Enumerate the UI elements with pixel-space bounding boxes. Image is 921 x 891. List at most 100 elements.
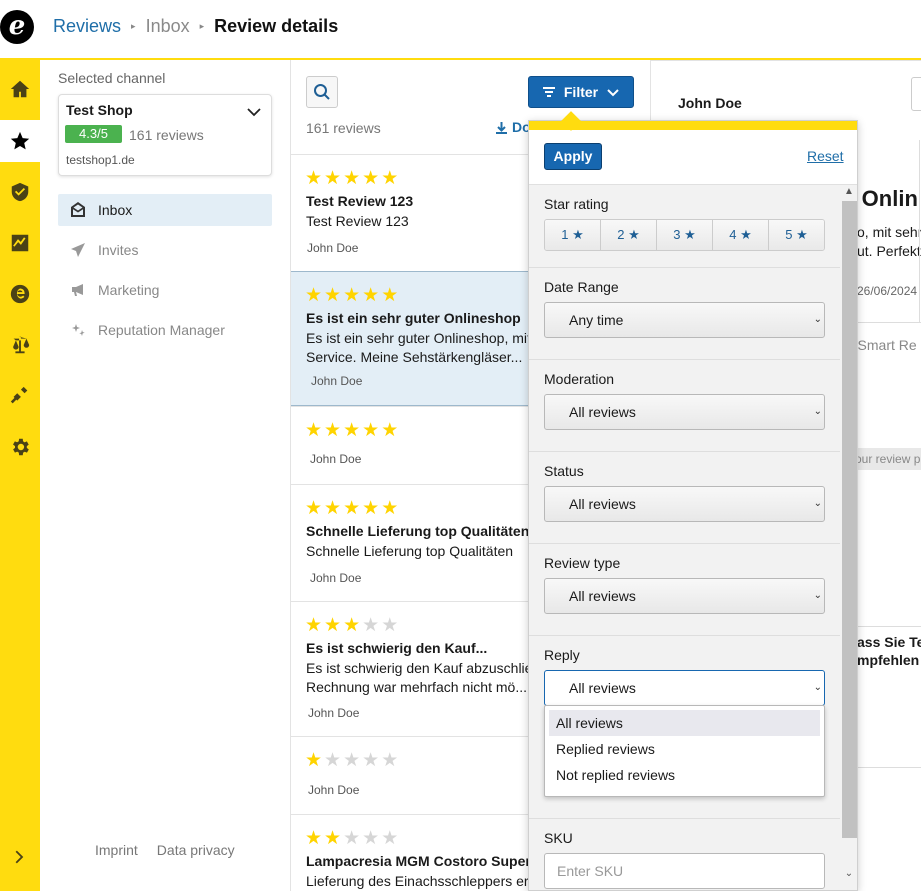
reply-dropdown-options: All reviews Replied reviews Not replied …: [544, 705, 825, 797]
trusted-shops-logo[interactable]: e: [0, 10, 34, 44]
search-icon: [314, 84, 330, 100]
review-count: 161 reviews: [306, 120, 381, 136]
rail-settings[interactable]: [0, 426, 40, 468]
filter-button[interactable]: Filter: [528, 76, 634, 108]
status-value: All reviews: [569, 496, 636, 512]
download-button[interactable]: Do: [495, 119, 531, 135]
status-label: Status: [544, 463, 584, 479]
sku-section: SKU Enter SKU: [529, 819, 840, 890]
rail-analytics[interactable]: [0, 222, 40, 264]
page-title: Review details: [214, 16, 339, 36]
moderation-select[interactable]: All reviews ⌄: [544, 394, 825, 430]
sparkles-icon: [72, 324, 85, 336]
download-icon: [496, 121, 507, 134]
star-filled-icon: ★: [343, 285, 361, 306]
star-filter-3[interactable]: 3 ★: [657, 220, 713, 250]
star-filled-icon: ★: [381, 420, 399, 441]
date-range-select[interactable]: Any time ⌄: [544, 302, 825, 338]
review-body-line: Es ist schwierig den Kauf abzuschlie: [306, 660, 533, 676]
filter-panel-header: Apply Reset: [529, 130, 857, 185]
filter-icon: [542, 87, 555, 97]
detail-action-button[interactable]: [911, 77, 921, 111]
reply-option-all[interactable]: All reviews: [549, 710, 820, 736]
status-select[interactable]: All reviews ⌄: [544, 486, 825, 522]
sidebar-item-reputation-manager[interactable]: Reputation Manager: [58, 314, 272, 346]
review-author: John Doe: [311, 374, 363, 388]
chevron-right-icon: [15, 850, 24, 864]
data-privacy-link[interactable]: Data privacy: [157, 842, 235, 858]
star-filled-icon: ★: [305, 828, 323, 849]
review-title: Lampacresia MGM Costoro Super-M: [306, 853, 548, 869]
review-author: John Doe: [310, 571, 362, 585]
sidebar-item-invites[interactable]: Invites: [58, 234, 272, 266]
megaphone-icon: [72, 284, 83, 296]
star-filter-5[interactable]: 5 ★: [769, 220, 824, 250]
star-rating: ★ ★ ★ ★ ★: [305, 419, 398, 442]
star-rating-buttons: 1 ★ 2 ★ 3 ★ 4 ★ 5 ★: [544, 219, 825, 251]
review-body-line: Es ist ein sehr guter Onlineshop, mit: [306, 330, 531, 346]
top-bar: e Reviews ▸ Inbox ▸ Review details: [0, 0, 921, 60]
rail-expand[interactable]: [0, 836, 40, 878]
app-rail: [0, 60, 40, 891]
breadcrumb-reviews[interactable]: Reviews: [53, 16, 121, 37]
scroll-down-icon[interactable]: ⌄: [844, 869, 854, 879]
date-range-value: Any time: [569, 312, 624, 328]
star-filled-icon: ★: [381, 168, 399, 189]
star-filled-icon: ★: [362, 285, 380, 306]
star-filled-icon: ★: [362, 420, 380, 441]
review-body: Schnelle Lieferung top Qualitäten: [306, 543, 514, 559]
star-filled-icon: ★: [305, 498, 323, 519]
review-body-line: Service. Meine Sehstärkengläser...: [306, 349, 523, 365]
star-filled-icon: ★: [381, 498, 399, 519]
rail-trustbadge[interactable]: [0, 171, 40, 213]
review-type-select[interactable]: All reviews ⌄: [544, 578, 825, 614]
your-review-tag: our review p: [847, 448, 921, 470]
star-rating-section: Star rating 1 ★ 2 ★ 3 ★ 4 ★ 5 ★: [529, 185, 840, 268]
star-empty-icon: ★: [381, 750, 399, 771]
rail-legal[interactable]: [0, 324, 40, 366]
channel-selector[interactable]: Test Shop 4.3/5 161 reviews testshop1.de: [58, 94, 272, 176]
sidebar-item-label: Inbox: [98, 202, 133, 218]
chevron-down-icon: ⌄: [813, 498, 822, 509]
scrollbar-thumb[interactable]: [842, 201, 857, 838]
review-author: John Doe: [310, 452, 362, 466]
chevron-down-icon: ⌄: [813, 406, 822, 417]
scroll-up-icon[interactable]: ▲: [844, 187, 854, 197]
star-filter-1[interactable]: 1 ★: [545, 220, 601, 250]
reset-link[interactable]: Reset: [807, 148, 844, 164]
reply-value: All reviews: [569, 680, 636, 696]
sku-input[interactable]: Enter SKU: [544, 853, 825, 889]
star-filled-icon: ★: [343, 615, 361, 636]
date-range-label: Date Range: [544, 279, 619, 295]
star-filter-2[interactable]: 2 ★: [601, 220, 657, 250]
apply-button[interactable]: Apply: [544, 143, 602, 170]
rail-etrusted[interactable]: [0, 273, 40, 315]
rail-home[interactable]: [0, 68, 40, 110]
rail-integrations[interactable]: [0, 375, 40, 417]
reply-option-not-replied[interactable]: Not replied reviews: [545, 762, 824, 788]
reply-select[interactable]: All reviews ⌄: [544, 670, 825, 706]
sidebar-item-label: Marketing: [98, 282, 160, 298]
rail-reviews[interactable]: [0, 120, 40, 162]
star-filled-icon: ★: [343, 168, 361, 189]
star-filter-4[interactable]: 4 ★: [713, 220, 769, 250]
channel-domain: testshop1.de: [66, 153, 135, 167]
star-filled-icon: ★: [305, 615, 323, 636]
moderation-label: Moderation: [544, 371, 615, 387]
star-filled-icon: ★: [324, 828, 342, 849]
status-section: Status All reviews ⌄: [529, 452, 840, 544]
star-rating: ★ ★ ★ ★ ★: [305, 284, 398, 307]
rating-badge: 4.3/5: [65, 125, 122, 143]
star-filled-icon: ★: [343, 498, 361, 519]
detail-author: John Doe: [678, 95, 742, 111]
sidebar-item-marketing[interactable]: Marketing: [58, 274, 272, 306]
reply-option-replied[interactable]: Replied reviews: [545, 736, 824, 762]
sidebar-item-inbox[interactable]: Inbox: [58, 194, 272, 226]
breadcrumb-inbox[interactable]: Inbox: [146, 16, 190, 37]
review-title: Schnelle Lieferung top Qualitäten: [306, 523, 530, 539]
detail-body-line: o, mit sehr: [857, 224, 921, 240]
review-author: John Doe: [307, 241, 359, 255]
search-button[interactable]: [306, 76, 338, 108]
detail-body-line: ut. Perfekt: [857, 243, 921, 259]
imprint-link[interactable]: Imprint: [95, 842, 138, 858]
